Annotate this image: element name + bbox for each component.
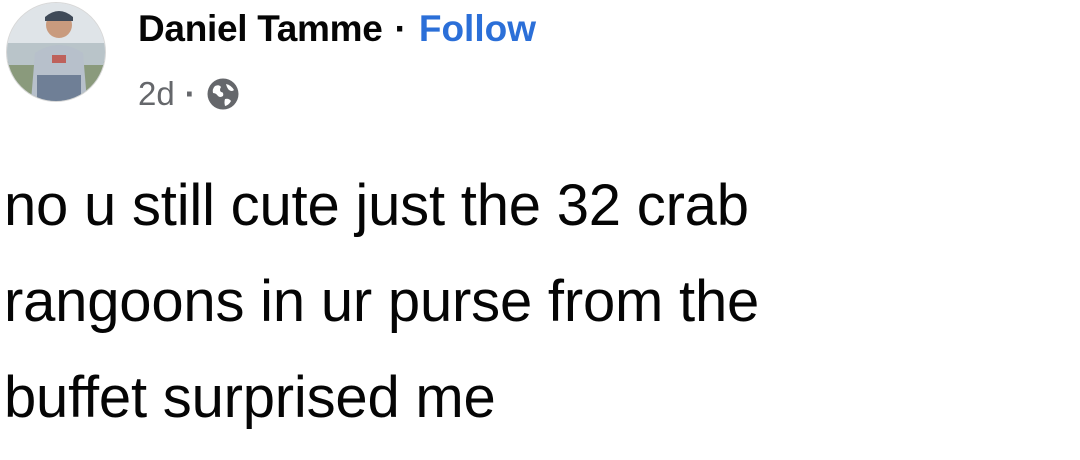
author-name[interactable]: Daniel Tamme: [138, 6, 383, 52]
meta-separator-dot: ·: [184, 75, 196, 112]
avatar[interactable]: [6, 2, 106, 102]
separator-dot: ·: [394, 8, 407, 49]
author-row: Daniel Tamme · Follow: [138, 6, 536, 52]
post-header: Daniel Tamme · Follow 2d ·: [138, 6, 536, 112]
avatar-photo: [7, 3, 105, 101]
globe-icon[interactable]: [206, 77, 240, 111]
post-body-text: no u still cute just the 32 crab rangoon…: [4, 173, 760, 430]
post-meta: 2d ·: [138, 76, 536, 112]
post-time[interactable]: 2d: [138, 76, 175, 112]
facebook-post: Daniel Tamme · Follow 2d · no u still cu…: [0, 0, 1080, 460]
follow-link[interactable]: Follow: [419, 6, 536, 52]
